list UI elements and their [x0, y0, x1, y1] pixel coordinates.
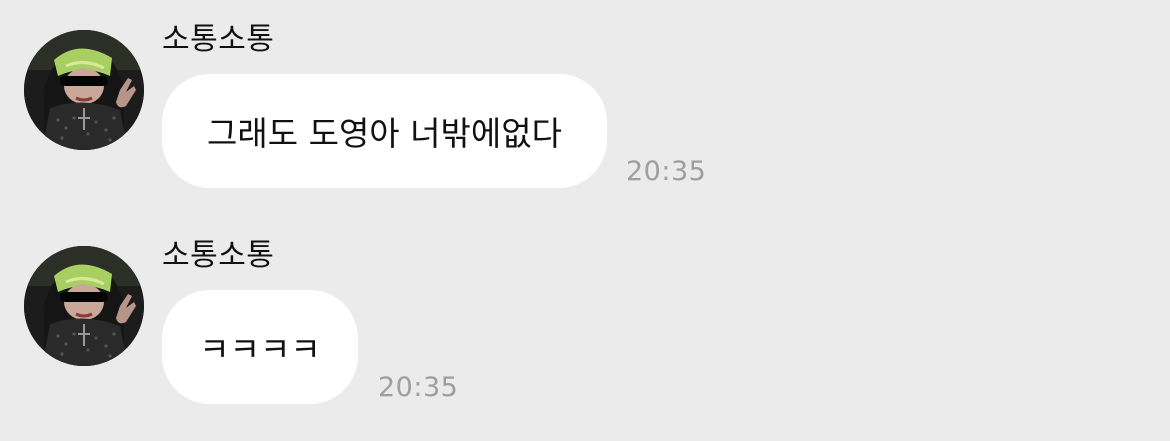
profile-photo-icon	[24, 246, 144, 366]
avatar[interactable]	[24, 246, 144, 366]
avatar[interactable]	[24, 30, 144, 150]
message-timestamp: 20:35	[626, 156, 707, 187]
message-bubble[interactable]: 그래도 도영아 너밖에없다	[162, 74, 607, 188]
sender-name: 소통소통	[162, 238, 275, 273]
sender-name: 소통소통	[162, 22, 275, 57]
message-timestamp: 20:35	[378, 372, 459, 403]
message-bubble[interactable]: ㅋㅋㅋㅋ	[162, 290, 358, 404]
profile-photo-icon	[24, 30, 144, 150]
